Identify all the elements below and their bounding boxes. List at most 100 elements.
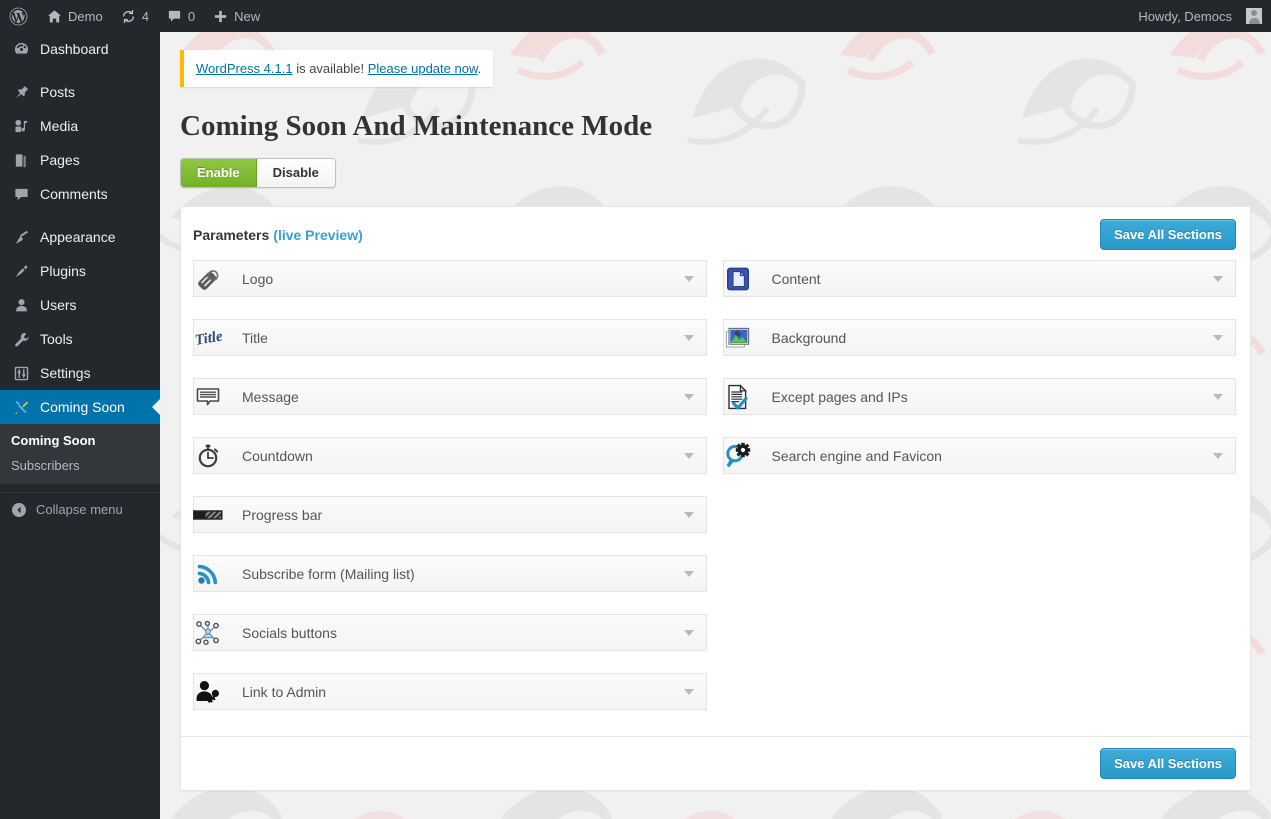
pages-icon — [11, 150, 31, 170]
title-script-icon: Title — [192, 322, 224, 354]
chevron-down-icon[interactable] — [683, 570, 694, 577]
rss-feed-icon — [192, 558, 224, 590]
section-label: Link to Admin — [242, 683, 327, 700]
sidebar-item-label: Users — [40, 297, 77, 313]
chevron-down-icon[interactable] — [1213, 452, 1223, 459]
chevron-down-icon[interactable] — [1213, 393, 1223, 400]
sidebar-item-label: Pages — [40, 152, 80, 168]
updates-menu[interactable]: 4 — [112, 0, 158, 32]
progress-bar-icon — [192, 499, 224, 531]
section-label: Subscribe form (Mailing list) — [242, 565, 415, 582]
notice-middle-text: is available! — [292, 61, 368, 76]
settings-sliders-icon — [11, 363, 31, 383]
sidebar-item-coming-soon[interactable]: Coming Soon — [0, 390, 160, 424]
pin-icon — [11, 82, 31, 102]
save-all-sections-button-bottom[interactable]: Save All Sections — [1100, 748, 1236, 780]
section-label: Content — [771, 270, 821, 287]
plugins-plug-icon — [11, 261, 31, 281]
chevron-down-icon[interactable] — [683, 511, 694, 518]
dashboard-icon — [11, 39, 31, 59]
sidebar-separator — [0, 211, 160, 220]
media-icon — [11, 116, 31, 136]
comment-bubble-icon — [167, 9, 182, 24]
appearance-brush-icon — [11, 227, 31, 247]
wordpress-logo-icon[interactable] — [0, 0, 38, 32]
coming-soon-tools-icon — [11, 397, 31, 417]
admin-bar: Demo 4 0 New Howdy, Democs — [0, 0, 1271, 32]
sidebar-item-appearance[interactable]: Appearance — [0, 220, 160, 254]
section-row-progress-bar[interactable]: Progress bar — [192, 496, 707, 534]
sidebar-item-posts[interactable]: Posts — [0, 75, 160, 109]
section-row-countdown[interactable]: Countdown — [192, 437, 707, 475]
chevron-down-icon[interactable] — [683, 452, 694, 459]
enable-disable-toggle: Enable Disable — [180, 157, 336, 189]
chevron-down-icon[interactable] — [683, 275, 694, 282]
submenu-item-coming-soon[interactable]: Coming Soon — [0, 428, 160, 453]
panel-header: Parameters (live Preview) Save All Secti… — [181, 207, 1250, 260]
site-name: Demo — [68, 8, 103, 24]
new-label: New — [234, 8, 261, 24]
collapse-arrow-icon — [11, 502, 27, 518]
sidebar-item-settings[interactable]: Settings — [0, 356, 160, 390]
sections-grid: Logo Title Title Message Countdown Progr… — [181, 260, 1250, 732]
wordpress-version-link[interactable]: WordPress 4.1.1 — [196, 61, 293, 76]
new-content-menu[interactable]: New — [204, 0, 269, 32]
sidebar-item-users[interactable]: Users — [0, 288, 160, 322]
sidebar-item-dashboard[interactable]: Dashboard — [0, 32, 160, 66]
sidebar-item-label: Coming Soon — [40, 399, 125, 415]
update-now-link[interactable]: Please update now — [368, 61, 478, 76]
chevron-down-icon[interactable] — [1213, 275, 1223, 282]
chevron-down-icon[interactable] — [1213, 334, 1223, 341]
chevron-down-icon[interactable] — [683, 393, 694, 400]
section-row-search-engine-and-favicon[interactable]: Search engine and Favicon — [722, 437, 1236, 475]
parameters-title: Parameters — [193, 226, 270, 243]
sidebar-item-pages[interactable]: Pages — [0, 143, 160, 177]
section-row-subscribe-form[interactable]: Subscribe form (Mailing list) — [192, 555, 707, 593]
section-row-except-pages-and-ips[interactable]: Except pages and IPs — [722, 378, 1236, 416]
comments-menu[interactable]: 0 — [158, 0, 204, 32]
comments-count: 0 — [187, 8, 196, 24]
sidebar-item-plugins[interactable]: Plugins — [0, 254, 160, 288]
section-label: Progress bar — [242, 506, 323, 523]
section-row-logo[interactable]: Logo — [193, 260, 707, 298]
sidebar-item-tools[interactable]: Tools — [0, 322, 160, 356]
section-label: Countdown — [242, 447, 313, 464]
collapse-menu-label: Collapse menu — [36, 502, 123, 517]
sidebar-item-label: Media — [40, 118, 79, 134]
updates-icon — [121, 9, 136, 24]
section-row-link-to-admin[interactable]: Link to Admin — [192, 673, 707, 711]
enable-button[interactable]: Enable — [181, 158, 257, 188]
site-name-menu[interactable]: Demo — [38, 0, 112, 32]
sidebar-item-media[interactable]: Media — [0, 109, 160, 143]
comments-icon — [11, 184, 31, 204]
section-row-background[interactable]: Background — [722, 319, 1236, 357]
section-label: Search engine and Favicon — [771, 447, 942, 464]
section-row-message[interactable]: Message — [193, 378, 707, 416]
left-sections-column: Logo Title Title Message Countdown Progr… — [193, 260, 707, 732]
howdy-label: Howdy, Democs — [1138, 8, 1232, 24]
chevron-down-icon[interactable] — [683, 688, 694, 695]
countdown-stopwatch-icon — [192, 440, 224, 472]
user-key-icon — [192, 676, 224, 708]
my-account-menu[interactable]: Howdy, Democs — [1129, 0, 1271, 32]
svg-text:Title: Title — [194, 328, 223, 349]
submenu-item-subscribers[interactable]: Subscribers — [0, 453, 160, 478]
save-all-sections-button-top[interactable]: Save All Sections — [1100, 219, 1236, 251]
sidebar-item-label: Comments — [40, 186, 108, 202]
document-check-icon — [722, 381, 754, 413]
section-label: Logo — [242, 270, 274, 287]
page-title: Coming Soon And Maintenance Mode — [180, 110, 653, 142]
section-label: Title — [242, 329, 268, 346]
chevron-down-icon[interactable] — [683, 334, 694, 341]
collapse-menu-button[interactable]: Collapse menu — [0, 492, 160, 526]
background-image-icon — [722, 322, 754, 354]
panel-footer: Save All Sections — [181, 736, 1250, 790]
section-label: Background — [771, 329, 847, 346]
live-preview-link[interactable]: (live Preview) — [273, 227, 363, 243]
chevron-down-icon[interactable] — [683, 629, 694, 636]
disable-button[interactable]: Disable — [256, 158, 335, 188]
sidebar-item-comments[interactable]: Comments — [0, 177, 160, 211]
section-row-content[interactable]: Content — [722, 260, 1236, 298]
section-row-socials-buttons[interactable]: Socials buttons — [193, 614, 707, 652]
section-row-title[interactable]: Title Title — [192, 319, 707, 357]
